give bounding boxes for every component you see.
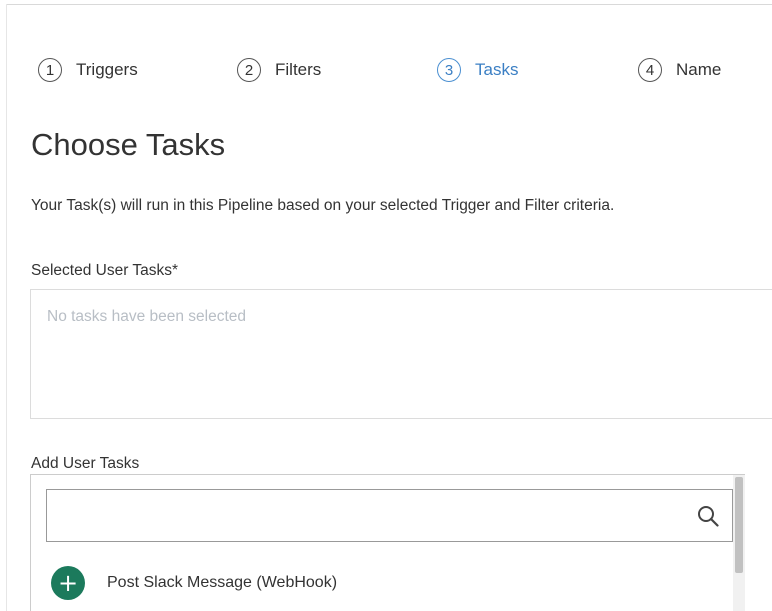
- top-divider: [6, 4, 772, 5]
- add-tasks-panel: + Post Slack Message (WebHook): [30, 474, 745, 611]
- step-number-3: 3: [437, 58, 461, 82]
- step-tasks[interactable]: 3 Tasks: [437, 56, 518, 84]
- task-list-scrollbar[interactable]: [733, 475, 745, 611]
- page-title: Choose Tasks: [31, 127, 226, 162]
- step-number-1: 1: [38, 58, 62, 82]
- task-item-post-slack-message[interactable]: + Post Slack Message (WebHook): [51, 565, 337, 601]
- task-search-input[interactable]: [46, 489, 733, 542]
- step-label-tasks: Tasks: [475, 60, 519, 79]
- task-item-label: Post Slack Message (WebHook): [107, 574, 338, 591]
- step-label-triggers: Triggers: [76, 60, 138, 79]
- step-name[interactable]: 4 Name: [638, 56, 721, 84]
- step-filters[interactable]: 2 Filters: [237, 56, 321, 84]
- left-divider: [6, 4, 7, 611]
- step-number-2: 2: [237, 58, 261, 82]
- selected-tasks-label: Selected User Tasks*: [31, 262, 179, 279]
- step-triggers[interactable]: 1 Triggers: [38, 56, 138, 84]
- pipeline-task-page: 1 Triggers 2 Filters 3 Tasks 4 Name Choo…: [0, 0, 772, 611]
- selected-tasks-empty-text: No tasks have been selected: [47, 308, 247, 325]
- step-label-name: Name: [676, 60, 722, 79]
- step-label-filters: Filters: [275, 60, 322, 79]
- step-number-4: 4: [638, 58, 662, 82]
- selected-tasks-box: No tasks have been selected: [30, 289, 772, 419]
- plus-icon[interactable]: +: [51, 566, 85, 600]
- search-icon[interactable]: [697, 505, 719, 527]
- task-list-scrollbar-thumb[interactable]: [735, 477, 743, 573]
- add-tasks-label: Add User Tasks: [31, 455, 140, 472]
- page-description: Your Task(s) will run in this Pipeline b…: [31, 197, 615, 214]
